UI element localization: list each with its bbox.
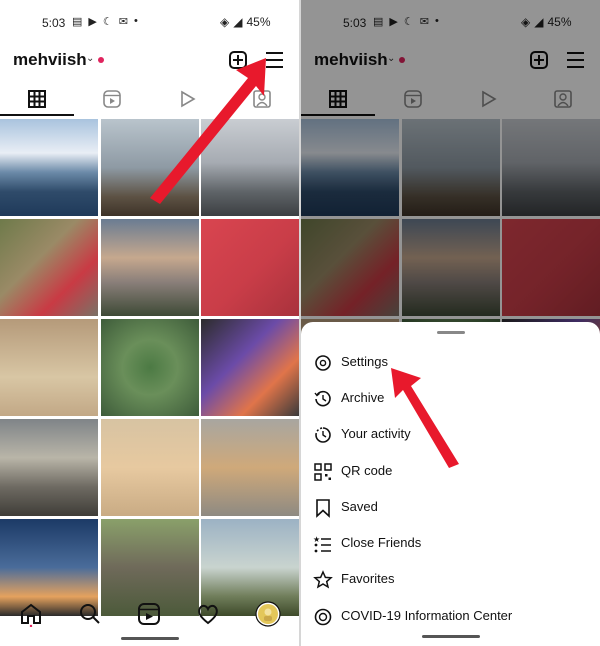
mail-icon: ✉ [118,16,128,28]
dnd-moon-icon: ☾ [102,16,113,28]
reels-icon [103,90,121,108]
profile-screen: 5:03 ▤ ▶ ☾ ✉ • ◈◢45% mehviish ⌄ snowy mounta… [0,0,299,646]
menu-item-label: Close Friends [341,535,422,550]
grid-photo[interactable]: sunset over beach [0,419,98,516]
profile-avatar[interactable] [255,601,281,627]
annotation-arrow [391,368,459,468]
signal-icon: ◢ [233,15,243,29]
grid-photo[interactable]: ginger cat on ground [101,419,199,516]
status-right: ◈ ◢ 45% [220,15,271,29]
grid-icon [28,90,46,108]
grid-photo[interactable]: potted succulents top view [101,319,199,416]
username[interactable]: mehviish [13,50,87,70]
covid-info-icon [314,608,332,626]
bookmark-icon [316,499,330,518]
bottom-nav [0,596,299,636]
dot-icon: • [133,15,138,27]
notification-dot [98,57,104,63]
grid-photo[interactable]: snowy mountain lake with railing [0,119,98,216]
qr-code-icon [314,463,332,481]
profile-screen-menu-open: 5:03 ▤▶☾✉• ◈◢45% mehviish ⌄ snowy mounta… [301,0,600,646]
grid-photo[interactable]: tablet home screen [201,319,299,416]
reels-nav-icon[interactable] [136,601,162,627]
archive-icon [314,390,331,407]
youtube-icon: ▶ [88,16,97,28]
tab-reels[interactable] [75,84,149,116]
svg-text:★: ★ [313,535,320,544]
star-icon [313,570,333,589]
menu-item-label: COVID-19 Information Center [341,608,513,623]
grid-photo[interactable]: phones on red table [201,219,299,316]
battery-level: 45% [246,15,271,29]
grid-photo[interactable]: colourful toys on floor [0,319,98,416]
sheet-drag-handle[interactable] [437,331,465,334]
grid-photo[interactable]: clouds over hillside [101,219,199,316]
menu-item-label: Archive [341,390,385,405]
home-icon[interactable] [18,601,44,627]
menu-item-label: QR code [341,463,393,478]
menu-item-close-friends[interactable]: ★ Close Friends [301,528,600,558]
chevron-down-icon[interactable]: ⌄ [86,53,94,64]
heart-icon[interactable] [195,601,221,627]
status-time: 5:03 [42,16,66,30]
gesture-bar [422,635,480,638]
status-bar: 5:03 ▤ ▶ ☾ ✉ • ◈ ◢ 45% [0,14,299,32]
activity-icon [315,427,331,443]
annotation-arrow [150,58,266,204]
message-icon: ▤ [72,16,83,28]
wifi-icon: ◈ [220,15,230,29]
close-friends-icon: ★ [313,535,331,553]
gesture-bar [121,637,179,640]
menu-item-covid-info[interactable]: COVID-19 Information Center [301,601,600,631]
search-icon[interactable] [77,601,103,627]
menu-item-saved[interactable]: Saved [301,492,600,522]
menu-item-label: Saved [341,499,378,514]
settings-icon [315,355,331,371]
menu-item-label: Settings [341,354,388,369]
status-notification-icons: ▤ ▶ ☾ ✉ • [72,15,138,28]
menu-item-favorites[interactable]: Favorites [301,564,600,594]
tab-grid[interactable] [0,84,74,116]
grid-photo[interactable]: pink flowers and red card [0,219,98,316]
menu-item-label: Favorites [341,571,395,586]
grid-photo[interactable]: ginger cat lying on stone [201,419,299,516]
